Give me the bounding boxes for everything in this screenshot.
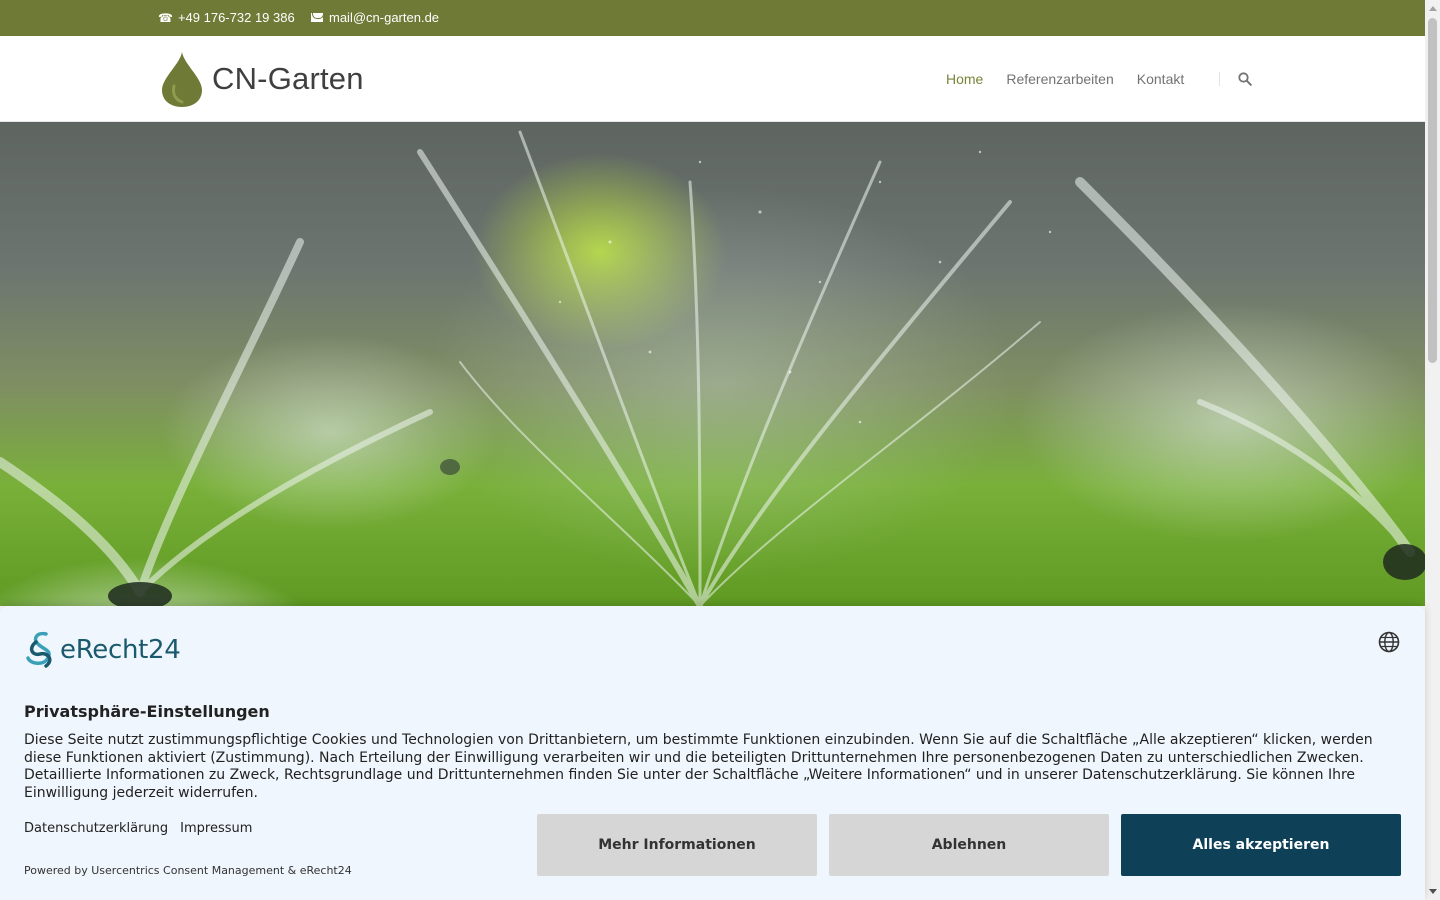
leaf-drop-icon — [162, 52, 202, 107]
erecht24-logo: eRecht24 — [24, 630, 181, 670]
brand-text: eRecht24 — [60, 635, 181, 665]
more-info-button[interactable]: Mehr Informationen — [537, 814, 817, 876]
email-link[interactable]: mail@cn-garten.de — [311, 10, 439, 25]
cookie-consent-banner: eRecht24 Privatsphäre-Einstellungen Dies… — [0, 606, 1425, 900]
search-icon[interactable] — [1238, 72, 1252, 86]
nav-kontakt[interactable]: Kontakt — [1137, 71, 1184, 87]
scroll-up-arrow-icon[interactable] — [1429, 6, 1437, 11]
privacy-policy-link[interactable]: Datenschutzerklärung — [24, 821, 168, 836]
email-address: mail@cn-garten.de — [329, 10, 440, 25]
hero-image — [0, 122, 1425, 606]
top-contact-bar: ☎ +49 176-732 19 386 mail@cn-garten.de — [0, 0, 1425, 36]
site-logo[interactable]: CN-Garten — [160, 50, 364, 108]
scroll-down-arrow-icon[interactable] — [1429, 889, 1437, 894]
main-nav: Home Referenzarbeiten Kontakt — [946, 71, 1207, 87]
deny-button[interactable]: Ablehnen — [829, 814, 1109, 876]
nav-referenzarbeiten[interactable]: Referenzarbeiten — [1006, 71, 1113, 87]
mail-icon — [311, 13, 323, 22]
page-scrollbar[interactable] — [1425, 0, 1440, 900]
erecht24-paragraph-icon — [26, 631, 52, 668]
phone-icon: ☎ — [158, 10, 173, 25]
consent-title: Privatsphäre-Einstellungen — [24, 702, 270, 721]
globe-icon[interactable] — [1378, 631, 1400, 653]
phone-link[interactable]: ☎ +49 176-732 19 386 — [158, 10, 295, 25]
sprinkler-spray-graphic — [0, 130, 1425, 606]
scrollbar-thumb[interactable] — [1428, 18, 1437, 363]
imprint-link[interactable]: Impressum — [180, 821, 252, 836]
nav-home[interactable]: Home — [946, 71, 983, 87]
site-header: CN-Garten Home Referenzarbeiten Kontakt — [0, 36, 1425, 122]
consent-links: Datenschutzerklärung Impressum — [24, 821, 264, 836]
consent-description: Diese Seite nutzt zustimmungspflichtige … — [24, 732, 1373, 801]
accept-all-button[interactable]: Alles akzeptieren — [1121, 814, 1401, 876]
phone-number: +49 176-732 19 386 — [177, 10, 295, 25]
nav-divider — [1219, 72, 1220, 86]
logo-text: CN-Garten — [212, 61, 364, 96]
powered-by-text: Powered by Usercentrics Consent Manageme… — [24, 864, 352, 877]
